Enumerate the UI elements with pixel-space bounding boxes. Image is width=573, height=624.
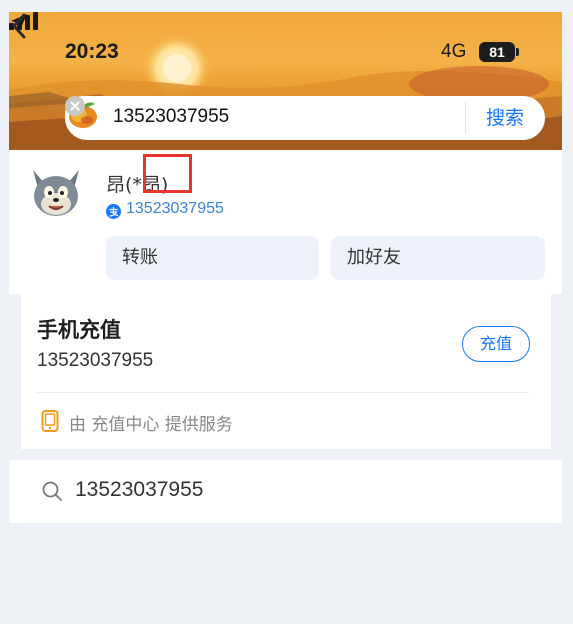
recharge-title: 手机充值	[37, 318, 121, 342]
alipay-icon	[106, 204, 121, 219]
contact-card[interactable]: 昂(*昂) 13523037955 转账 加好友	[9, 150, 562, 294]
phone-icon	[41, 410, 59, 432]
search-divider	[465, 102, 466, 134]
search-input[interactable]: 13523037955	[113, 106, 229, 128]
search-bar[interactable]: 13523037955 搜索	[65, 96, 545, 140]
header-banner: 20:23 4G 81 13523037955 搜索	[9, 12, 562, 150]
battery-tip	[516, 48, 519, 56]
battery-indicator: 81	[479, 42, 515, 62]
status-time: 20:23	[65, 40, 119, 63]
contact-avatar[interactable]	[25, 162, 87, 224]
back-arrow-icon[interactable]	[9, 12, 29, 40]
network-type: 4G	[441, 41, 467, 62]
transfer-button[interactable]: 转账	[106, 236, 319, 280]
recharge-divider	[37, 392, 529, 393]
recharge-section: 手机充值 13523037955 充值 由 充值中心 提供服务	[9, 294, 562, 464]
search-icon	[42, 481, 62, 501]
add-friend-button[interactable]: 加好友	[331, 236, 545, 280]
highlight-box	[143, 154, 192, 193]
recharge-phone: 13523037955	[37, 350, 154, 371]
recharge-card[interactable]: 手机充值 13523037955 充值 由 充值中心 提供服务	[21, 294, 551, 449]
search-button[interactable]: 搜索	[470, 104, 540, 132]
phone-screen: 20:23 4G 81 13523037955 搜索 昂(*昂) 1352303…	[9, 12, 562, 624]
contact-phone: 13523037955	[126, 200, 224, 217]
suggestion-text: 13523037955	[75, 478, 204, 501]
clear-icon[interactable]	[65, 96, 85, 116]
provider-text: 由 充值中心 提供服务	[69, 415, 233, 435]
search-suggestion[interactable]: 13523037955	[9, 460, 562, 523]
recharge-button[interactable]: 充值	[462, 326, 530, 362]
